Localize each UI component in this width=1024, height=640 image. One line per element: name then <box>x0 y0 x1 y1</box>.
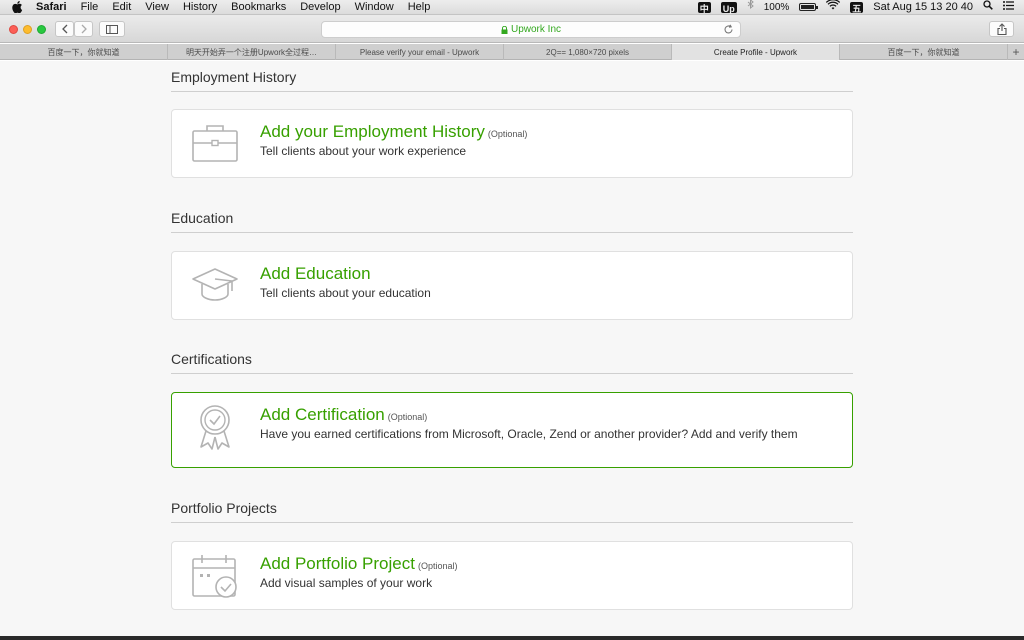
upwork-icon[interactable]: Up <box>720 1 737 14</box>
lock-icon <box>501 25 508 34</box>
battery-fill <box>801 5 815 9</box>
menu-bar: Safari File Edit View History Bookmarks … <box>0 0 1024 15</box>
card-body: Add Certification (Optional) Have you ear… <box>260 405 836 442</box>
show-sidebar-button[interactable] <box>99 21 125 37</box>
card-description: Add visual samples of your work <box>260 576 433 590</box>
add-certification-link[interactable]: Add Certification <box>260 405 385 424</box>
card-body: Add Education Tell clients about your ed… <box>260 264 836 301</box>
tab-label: 百度一下，你就知道 <box>887 47 960 57</box>
card-title: Add Portfolio Project (Optional) <box>260 554 836 574</box>
menu-window[interactable]: Window <box>355 0 394 15</box>
close-window-button[interactable] <box>9 25 18 34</box>
add-portfolio-card[interactable]: Add Portfolio Project (Optional) Add visu… <box>171 541 853 610</box>
wifi-icon[interactable] <box>826 0 841 15</box>
menu-file[interactable]: File <box>81 0 99 15</box>
sidebar-icon <box>106 24 118 34</box>
card-body: Add Portfolio Project (Optional) Add visu… <box>260 554 836 591</box>
chevron-left-icon <box>61 24 67 34</box>
window-bottom-edge <box>0 636 1024 640</box>
fullscreen-window-button[interactable] <box>37 25 46 34</box>
notification-center-icon[interactable] <box>1003 0 1014 15</box>
employment-section-title: Employment History <box>171 69 853 92</box>
back-button[interactable] <box>55 21 74 37</box>
card-description: Have you earned certifications from Micr… <box>260 427 798 441</box>
input-source-icon[interactable]: 五 <box>850 1 864 14</box>
tab-baidu-2[interactable]: 百度一下，你就知道 <box>840 44 1008 60</box>
education-section-title: Education <box>171 210 853 233</box>
certifications-section-title: Certifications <box>171 351 853 374</box>
share-icon <box>996 23 1007 35</box>
battery-percent: 100% <box>763 1 790 13</box>
briefcase-icon <box>190 121 240 167</box>
add-portfolio-link[interactable]: Add Portfolio Project <box>260 554 415 573</box>
add-certification-card[interactable]: Add Certification (Optional) Have you ear… <box>171 392 853 468</box>
apple-icon[interactable] <box>12 1 24 13</box>
forward-button[interactable] <box>74 21 93 37</box>
card-description: Tell clients about your work experience <box>260 144 467 158</box>
tab-bar: 百度一下，你就知道 明天开始弄一个注册Upwork全过程… Please ver… <box>0 44 1024 60</box>
card-title: Add Certification (Optional) <box>260 405 836 425</box>
award-ribbon-icon <box>190 403 240 450</box>
optional-label: (Optional) <box>487 129 528 139</box>
card-title: Add your Employment History (Optional) <box>260 122 836 142</box>
graduation-cap-icon <box>190 263 240 309</box>
address-bar-text: Upwork Inc <box>510 24 561 35</box>
card-title: Add Education <box>260 264 836 284</box>
tab-label: 2Q== 1,080×720 pixels <box>546 47 629 57</box>
input-method-icon[interactable]: 中 <box>697 1 711 14</box>
portfolio-section-title: Portfolio Projects <box>171 500 853 523</box>
browser-toolbar: Upwork Inc <box>0 15 1024 43</box>
tab-baidu-1[interactable]: 百度一下，你就知道 <box>0 44 168 60</box>
status-area: 中 Up 100% 五 Sat Aug 15 13 20 40 <box>697 0 1024 15</box>
menu-view[interactable]: View <box>145 0 169 15</box>
add-education-card[interactable]: Add Education Tell clients about your ed… <box>171 251 853 320</box>
menubar-clock[interactable]: Sat Aug 15 13 20 40 <box>873 0 973 15</box>
calendar-check-icon <box>190 554 240 600</box>
optional-label: (Optional) <box>387 412 428 422</box>
bluetooth-icon[interactable] <box>747 0 754 15</box>
tab-create-profile[interactable]: Create Profile - Upwork <box>672 44 840 60</box>
card-body: Add your Employment History (Optional) Te… <box>260 122 836 159</box>
minimize-window-button[interactable] <box>23 25 32 34</box>
tab-image[interactable]: 2Q== 1,080×720 pixels <box>504 44 672 60</box>
tab-label: 百度一下，你就知道 <box>47 47 120 57</box>
chevron-right-icon <box>81 24 87 34</box>
profile-page: Employment History Add your Employment H… <box>0 61 1024 636</box>
new-tab-button[interactable]: + <box>1008 44 1024 60</box>
menu-develop[interactable]: Develop <box>300 0 340 15</box>
menu-help[interactable]: Help <box>408 0 431 15</box>
page-viewport: Employment History Add your Employment H… <box>0 61 1024 640</box>
tab-label: Create Profile - Upwork <box>713 47 798 57</box>
card-description: Tell clients about your education <box>260 286 431 300</box>
optional-label: (Optional) <box>417 561 458 571</box>
address-bar[interactable]: Upwork Inc <box>321 21 741 38</box>
spotlight-search-icon[interactable] <box>983 0 993 15</box>
add-employment-link[interactable]: Add your Employment History <box>260 122 485 141</box>
menu-bookmarks[interactable]: Bookmarks <box>231 0 286 15</box>
tab-verify-email[interactable]: Please verify your email - Upwork <box>336 44 504 60</box>
reload-icon[interactable] <box>723 24 734 35</box>
tab-label: 明天开始弄一个注册Upwork全过程… <box>185 47 318 57</box>
menu-app-safari[interactable]: Safari <box>36 0 67 15</box>
share-button[interactable] <box>989 21 1014 37</box>
add-education-link[interactable]: Add Education <box>260 264 371 283</box>
add-employment-card[interactable]: Add your Employment History (Optional) Te… <box>171 109 853 178</box>
tab-label: Please verify your email - Upwork <box>359 47 480 57</box>
menu-edit[interactable]: Edit <box>112 0 131 15</box>
battery-icon[interactable] <box>799 3 819 11</box>
menu-history[interactable]: History <box>183 0 217 15</box>
tab-upwork-register-note[interactable]: 明天开始弄一个注册Upwork全过程… <box>168 44 336 60</box>
